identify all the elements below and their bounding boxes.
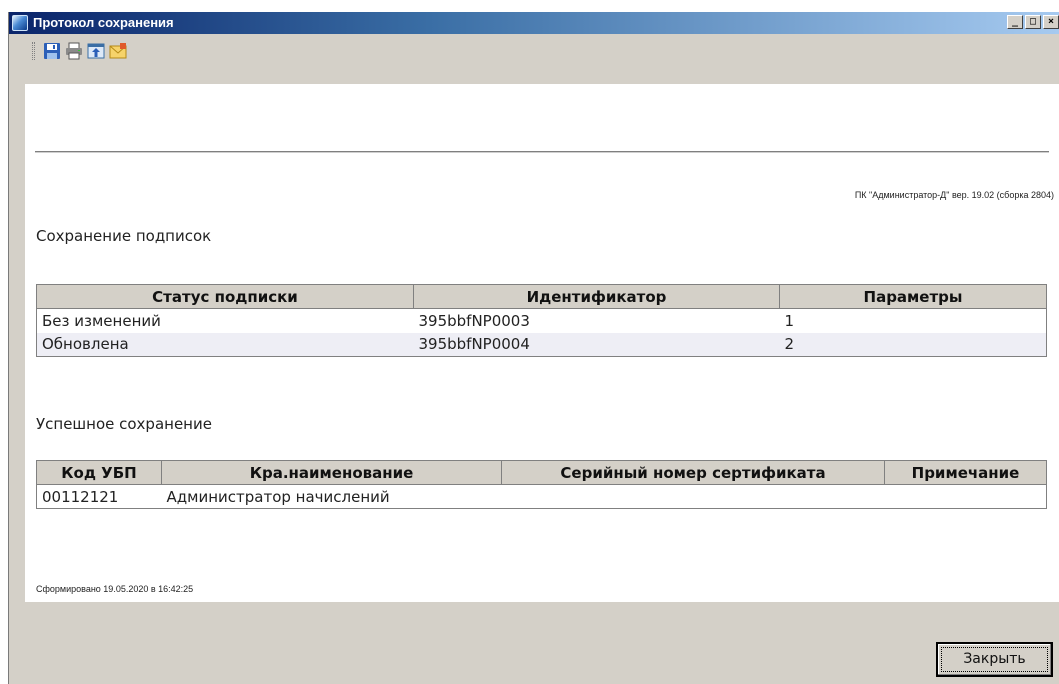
cell-certificate-serial	[502, 485, 885, 509]
generated-timestamp: Сформировано 19.05.2020 в 16:42:25	[36, 584, 194, 594]
print-icon[interactable]	[65, 42, 83, 60]
email-icon[interactable]	[109, 42, 127, 60]
subscriptions-table: Статус подписки Идентификатор Параметры …	[36, 284, 1047, 357]
close-window-button[interactable]: ×	[1043, 15, 1059, 29]
app-icon	[12, 15, 28, 31]
maximize-button[interactable]: □	[1025, 15, 1041, 29]
column-header-short-name: Кра.наименование	[161, 460, 502, 485]
subscriptions-section-title: Сохранение подписок	[36, 227, 212, 245]
minimize-button[interactable]: _	[1007, 15, 1023, 29]
cell-ubp-code: 00112121	[42, 487, 119, 506]
close-button[interactable]: Закрыть	[936, 642, 1053, 677]
cell-status: Без изменений	[42, 311, 161, 330]
header-divider	[35, 151, 1049, 153]
export-icon[interactable]	[87, 42, 105, 60]
column-header-certificate-serial: Серийный номер сертификата	[501, 460, 885, 485]
column-header-status: Статус подписки	[36, 284, 414, 309]
table-row: 00112121 Администратор начислений	[37, 485, 1047, 509]
report-content: ПК "Администратор-Д" вер. 19.02 (сборка …	[25, 84, 1059, 602]
column-header-ubp-code: Код УБП	[36, 460, 162, 485]
report-window: Протокол сохранения _ □ × ПК "Администра…	[8, 12, 1059, 684]
save-icon[interactable]	[43, 42, 61, 60]
table-row: Обновлена 395bbfNP0004 2	[36, 332, 1047, 357]
cell-status: Обновлена	[36, 332, 414, 357]
column-header-parameters: Параметры	[779, 284, 1047, 309]
column-header-note: Примечание	[884, 460, 1047, 485]
toolbar-grip[interactable]	[32, 42, 35, 60]
cell-note	[885, 485, 1047, 509]
cell-identifier: 395bbfNP0003	[418, 311, 530, 330]
cell-short-name: Администратор начислений	[166, 487, 390, 506]
success-table: Код УБП Кра.наименование Серийный номер …	[36, 460, 1047, 509]
title-bar[interactable]: Протокол сохранения _ □ ×	[9, 12, 1059, 34]
table-row: Без изменений 395bbfNP0003 1	[37, 309, 1047, 333]
toolbar	[9, 34, 1059, 84]
version-label: ПК "Администратор-Д" вер. 19.02 (сборка …	[854, 190, 1054, 200]
cell-parameters: 2	[779, 332, 1047, 357]
cell-identifier: 395bbfNP0004	[413, 332, 780, 357]
cell-parameters: 1	[784, 311, 795, 330]
column-header-identifier: Идентификатор	[413, 284, 780, 309]
success-section-title: Успешное сохранение	[36, 415, 212, 433]
window-title: Протокол сохранения	[33, 15, 174, 30]
